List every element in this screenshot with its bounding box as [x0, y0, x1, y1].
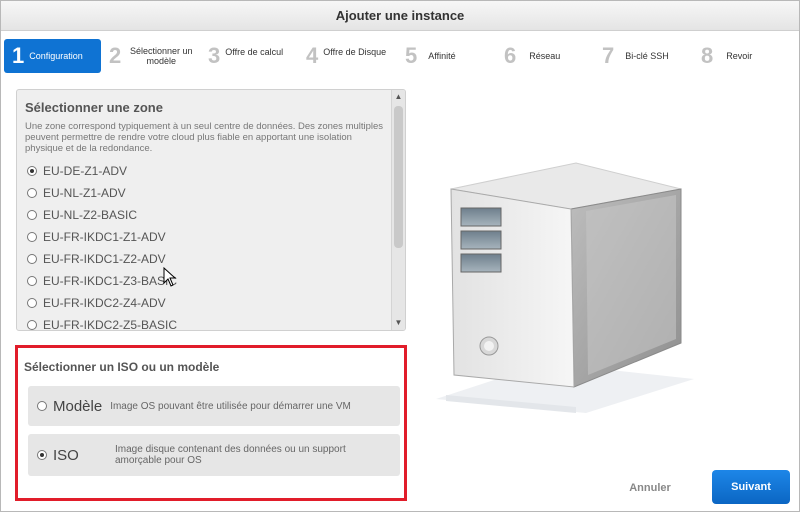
radio-icon[interactable] [37, 450, 47, 460]
next-button[interactable]: Suivant [712, 470, 790, 504]
radio-icon[interactable] [27, 320, 37, 330]
step-label: Réseau [529, 51, 561, 61]
step-number: 6 [504, 43, 517, 68]
step-label: Bi-clé SSH [625, 51, 669, 61]
step-number: 1 [12, 43, 25, 68]
zone-option-label: EU-DE-Z1-ADV [43, 164, 128, 178]
mouse-pointer-icon [163, 267, 177, 287]
option-name: Modèle [53, 397, 103, 415]
zone-option[interactable]: EU-FR-IKDC1-Z3-BASIC [27, 270, 177, 292]
zone-option[interactable]: EU-FR-IKDC1-Z2-ADV [27, 248, 177, 270]
step-number: 8 [701, 43, 714, 68]
zone-panel: Sélectionner une zone Une zone correspon… [16, 89, 406, 331]
option-description: Image OS pouvant être utilisée pour déma… [110, 400, 351, 412]
zone-option-label: EU-FR-IKDC1-Z2-ADV [43, 252, 166, 266]
option-description: Image disque contenant des données ou un… [115, 444, 346, 466]
iso-option[interactable]: ISO Image disque contenant des données o… [28, 434, 400, 476]
radio-icon[interactable] [37, 401, 47, 411]
step-select-template[interactable]: 2 Sélectionner un modèle [109, 39, 196, 73]
radio-icon[interactable] [27, 276, 37, 286]
zone-option-label: EU-NL-Z1-ADV [43, 186, 126, 200]
chevron-up-icon[interactable]: ▲ [392, 90, 405, 104]
zone-option-label: EU-NL-Z2-BASIC [43, 208, 138, 222]
step-compute-offering[interactable]: 3 Offre de calcul [208, 39, 283, 73]
step-number: 7 [602, 43, 615, 68]
step-label: Sélectionner un modèle [129, 46, 193, 66]
zone-option[interactable]: EU-NL-Z1-ADV [27, 182, 177, 204]
zone-option-label: EU-FR-IKDC2-Z5-BASIC [43, 318, 178, 331]
server-tower-icon [436, 162, 694, 413]
zone-option[interactable]: EU-FR-IKDC2-Z4-ADV [27, 292, 177, 314]
step-network[interactable]: 6 Réseau [504, 39, 560, 73]
zone-option-label: EU-FR-IKDC2-Z4-ADV [43, 296, 166, 310]
zone-option[interactable]: EU-NL-Z2-BASIC [27, 204, 177, 226]
add-instance-dialog: Ajouter une instance 1 Configuration 2 S… [0, 0, 800, 512]
scroll-thumb[interactable] [394, 106, 403, 248]
zone-title: Sélectionner une zone [25, 100, 163, 115]
step-label: Configuration [29, 51, 83, 61]
zone-list: EU-DE-Z1-ADV EU-NL-Z1-ADV EU-NL-Z2-BASIC… [27, 160, 178, 331]
iso-section-title: Sélectionner un ISO ou un modèle [24, 360, 220, 374]
zone-option[interactable]: EU-DE-Z1-ADV [27, 160, 177, 182]
zone-description: Une zone correspond typiquement à un seu… [25, 121, 384, 154]
step-affinity[interactable]: 5 Affinité [405, 39, 456, 73]
radio-icon[interactable] [27, 232, 37, 242]
dialog-title: Ajouter une instance [1, 1, 799, 31]
step-ssh-keypair[interactable]: 7 Bi-clé SSH [602, 39, 669, 73]
zone-option[interactable]: EU-FR-IKDC1-Z1-ADV [27, 226, 177, 248]
option-name: ISO [53, 446, 79, 464]
radio-icon[interactable] [27, 298, 37, 308]
step-number: 4 [306, 43, 319, 68]
step-review[interactable]: 8 Revoir [701, 39, 752, 73]
step-label: Offre de calcul [225, 47, 284, 57]
iso-template-section: Sélectionner un ISO ou un modèle Modèle … [15, 345, 407, 501]
template-option[interactable]: Modèle Image OS pouvant être utilisée po… [28, 386, 400, 426]
step-label: Revoir [726, 51, 753, 61]
radio-icon[interactable] [27, 166, 37, 176]
step-label: Offre de Disque [323, 47, 387, 57]
zone-scrollbar[interactable]: ▲ ▼ [391, 90, 405, 330]
zone-option-label: EU-FR-IKDC1-Z1-ADV [43, 230, 166, 244]
wizard-steps: 1 Configuration 2 Sélectionner un modèle… [1, 37, 799, 77]
radio-icon[interactable] [27, 254, 37, 264]
step-configuration[interactable]: 1 Configuration [4, 39, 101, 73]
step-number: 3 [208, 43, 221, 68]
step-number: 5 [405, 43, 418, 68]
step-label: Affinité [428, 51, 456, 61]
step-number: 2 [109, 43, 122, 68]
zone-option[interactable]: EU-FR-IKDC2-Z5-BASIC [27, 314, 178, 331]
chevron-down-icon[interactable]: ▼ [392, 316, 405, 330]
radio-icon[interactable] [27, 188, 37, 198]
radio-icon[interactable] [27, 210, 37, 220]
zone-option-label: EU-FR-IKDC1-Z3-BASIC [43, 274, 178, 288]
cancel-button[interactable]: Annuler [618, 476, 682, 500]
step-disk-offering[interactable]: 4 Offre de Disque [306, 39, 386, 73]
